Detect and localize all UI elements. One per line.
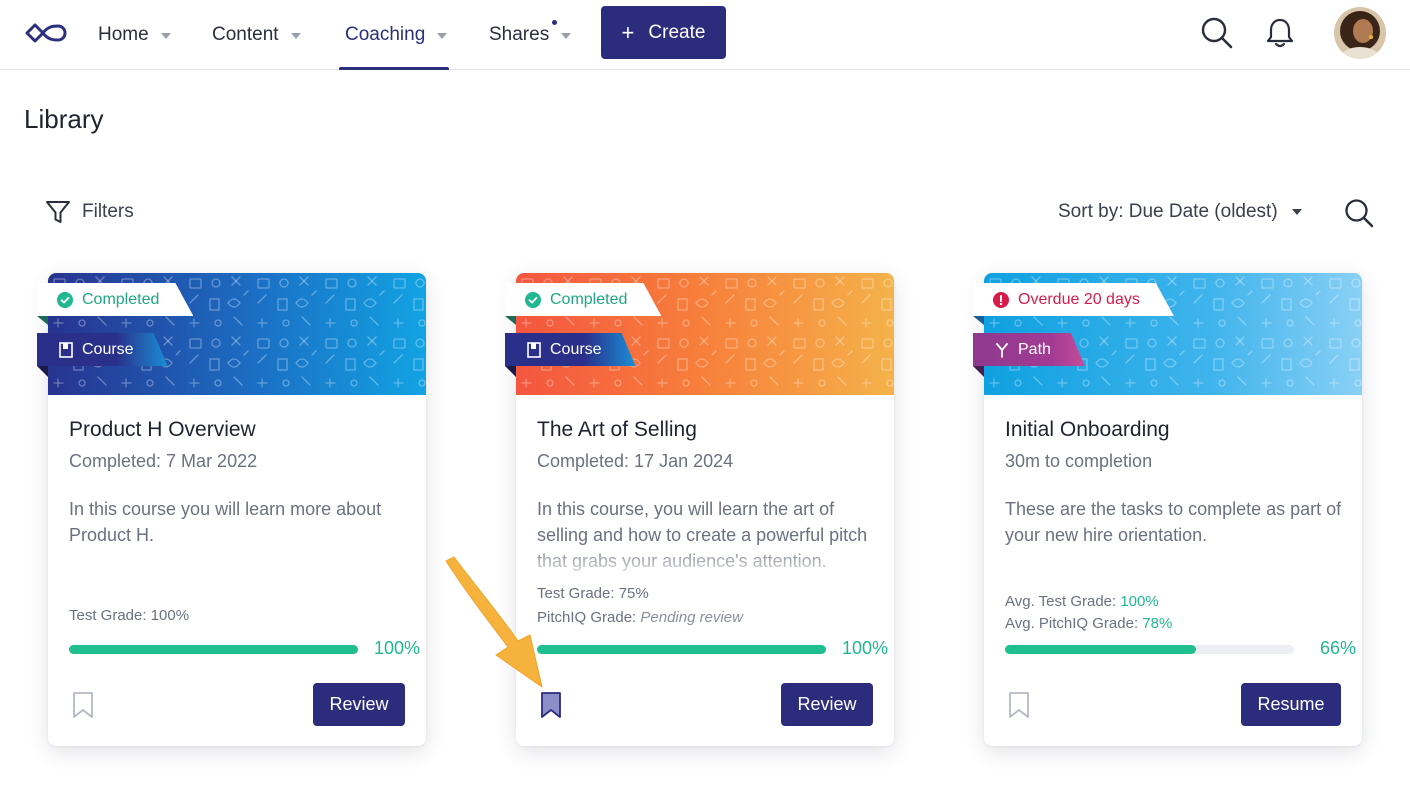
avg-pitchiq-grade-label: Avg. PitchIQ Grade: (1005, 615, 1143, 632)
progress-fill (69, 645, 358, 654)
avg-test-grade-value: 100% (1120, 593, 1159, 610)
pitchiq-grade-label: PitchIQ Grade: (537, 609, 641, 626)
check-circle-icon (525, 292, 541, 308)
nav-shares[interactable]: Shares (489, 0, 572, 70)
alert-circle-icon (993, 292, 1009, 308)
progress-label: 66% (1319, 638, 1356, 658)
search-icon[interactable] (1343, 197, 1375, 229)
library-card[interactable]: Completed Course Product H Overview Comp… (37, 273, 426, 746)
progress-bar (537, 645, 826, 654)
nav-shares-label: Shares (489, 24, 550, 45)
tag-fold (37, 316, 48, 325)
status-label: Completed (550, 290, 628, 308)
nav-home[interactable]: Home (98, 0, 171, 70)
type-label: Course (550, 340, 602, 358)
avg-pitchiq-grade: Avg. PitchIQ Grade: 78% (1005, 615, 1172, 632)
book-icon (527, 342, 541, 358)
card-description: These are the tasks to complete as part … (1005, 499, 1342, 545)
status-badge: Overdue 20 days (973, 283, 1174, 316)
progress-bar (69, 645, 358, 654)
plus-icon: + (621, 19, 635, 45)
card-subtitle: Completed: 7 Mar 2022 (69, 451, 258, 471)
create-button[interactable]: + Create (601, 6, 726, 59)
progress-label: 100% (373, 638, 420, 658)
avatar[interactable] (1334, 7, 1386, 59)
library-card[interactable]: Completed Course The Art of Selling Comp… (505, 273, 894, 746)
type-badge: Path (973, 333, 1085, 366)
card-title[interactable]: Product H Overview (69, 418, 256, 442)
sort-dropdown[interactable]: Sort by: Due Date (oldest) (1058, 201, 1302, 223)
tag-fold (505, 366, 516, 377)
infinity-logo-icon[interactable] (24, 19, 68, 47)
pitchiq-grade-value: Pending review (640, 609, 743, 626)
nav-coaching-label: Coaching (345, 24, 426, 45)
nav-coaching[interactable]: Coaching (338, 0, 450, 70)
type-badge: Course (505, 333, 636, 366)
pitchiq-grade: PitchIQ Grade: Pending review (537, 609, 743, 626)
review-button[interactable]: Review (781, 683, 873, 726)
sort-label: Sort by: Due Date (oldest) (1058, 201, 1278, 222)
filters-label: Filters (82, 201, 134, 222)
bookmark-icon[interactable] (1008, 691, 1030, 719)
avg-pitchiq-grade-value: 78% (1142, 615, 1173, 632)
fork-icon (995, 342, 1009, 358)
chevron-down-icon (160, 33, 171, 39)
bell-icon[interactable] (1263, 16, 1297, 50)
nav-content-label: Content (212, 24, 279, 45)
tag-fold (973, 316, 984, 325)
page-title: Library (24, 104, 104, 134)
top-nav: Home Content Coaching Shares + Create (0, 0, 1410, 70)
status-label: Overdue 20 days (1018, 290, 1140, 308)
avg-test-grade: Avg. Test Grade: 100% (1005, 593, 1159, 610)
progress-fill (1005, 645, 1196, 654)
progress-fill (537, 645, 826, 654)
type-label: Course (82, 340, 134, 358)
library-card[interactable]: Overdue 20 days Path Initial Onboarding … (973, 273, 1362, 746)
check-circle-icon (57, 292, 73, 308)
card-subtitle: Completed: 17 Jan 2024 (537, 451, 734, 471)
bookmark-icon[interactable] (72, 691, 94, 719)
tag-fold (505, 316, 516, 325)
shares-notification-dot (552, 20, 557, 25)
status-label: Completed (82, 290, 160, 308)
search-icon[interactable] (1200, 16, 1234, 50)
create-button-label: Create (648, 21, 706, 43)
chevron-down-icon (290, 33, 301, 39)
status-badge: Completed (37, 283, 193, 316)
type-label: Path (1018, 340, 1051, 358)
type-badge: Course (37, 333, 168, 366)
avg-test-grade-label: Avg. Test Grade: (1005, 593, 1121, 610)
nav-home-label: Home (98, 24, 149, 45)
filter-icon (46, 201, 70, 223)
filters-button[interactable]: Filters (44, 198, 134, 226)
chevron-down-icon (561, 33, 572, 39)
tag-fold (37, 366, 48, 377)
bookmark-icon[interactable] (540, 691, 562, 719)
chevron-down-icon (437, 33, 448, 39)
card-description: In this course, you will learn the art o… (537, 499, 868, 571)
card-title[interactable]: The Art of Selling (537, 418, 697, 442)
nav-content[interactable]: Content (212, 0, 301, 70)
card-description: In this course you will learn more about… (69, 499, 382, 545)
progress-label: 100% (841, 638, 888, 658)
status-badge: Completed (505, 283, 661, 316)
card-subtitle: 30m to completion (1005, 451, 1153, 471)
progress-bar (1005, 645, 1294, 654)
resume-button[interactable]: Resume (1241, 683, 1341, 726)
tag-fold (973, 366, 984, 377)
test-grade: Test Grade: 100% (69, 607, 190, 624)
review-button[interactable]: Review (313, 683, 405, 726)
book-icon (59, 342, 73, 358)
card-title[interactable]: Initial Onboarding (1005, 418, 1170, 442)
test-grade: Test Grade: 75% (537, 585, 649, 602)
chevron-down-icon (1291, 209, 1302, 215)
